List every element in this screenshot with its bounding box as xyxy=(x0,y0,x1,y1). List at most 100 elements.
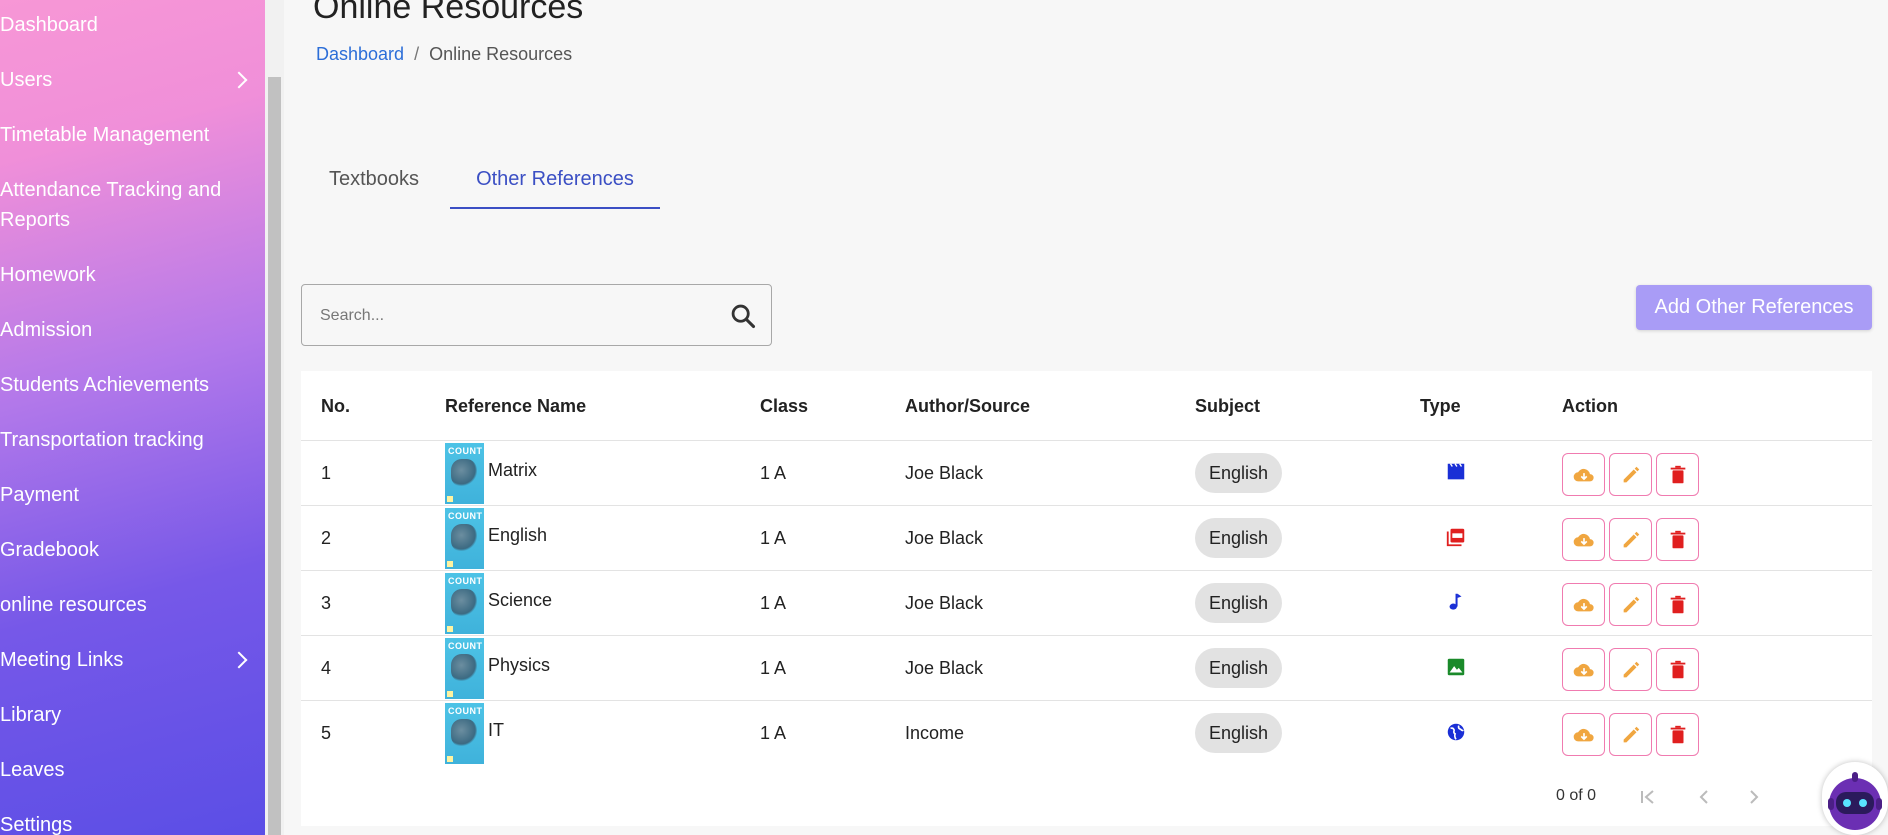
sidebar-item-label: Users xyxy=(0,69,53,91)
sidebar-item-label: Dashboard xyxy=(0,14,98,36)
pencil-icon xyxy=(1623,726,1640,743)
sidebar-item-label: Attendance Tracking and Reports xyxy=(0,179,222,231)
chevron-right-icon xyxy=(230,71,248,89)
breadcrumb-separator: / xyxy=(414,44,420,64)
sidebar-item-dashboard[interactable]: Dashboard xyxy=(0,10,265,40)
sidebar-item-label: Payment xyxy=(0,484,79,506)
references-table: No. Reference Name Class Author/Source S… xyxy=(301,371,1872,826)
chatbot-button[interactable] xyxy=(1822,762,1888,835)
table-row: 3 COUNT Science 1 A Joe Black English xyxy=(301,570,1872,635)
tab-other-references[interactable]: Other References xyxy=(450,155,660,209)
pencil-icon xyxy=(1623,531,1640,548)
thumbnail-title: COUNT xyxy=(448,446,483,456)
next-page-icon[interactable] xyxy=(1742,785,1766,809)
sidebar-item-users[interactable]: Users xyxy=(0,65,265,95)
delete-button[interactable] xyxy=(1656,583,1699,626)
search-input[interactable] xyxy=(320,303,700,329)
reference-name: Science xyxy=(488,590,553,610)
row-number: 2 xyxy=(321,528,332,548)
column-header-no: No. xyxy=(321,396,350,416)
reference-class: 1 A xyxy=(760,723,787,743)
sidebar-item-homework[interactable]: Homework xyxy=(0,260,265,290)
sidebar-scrollbar-thumb[interactable] xyxy=(268,77,281,835)
cloud-download-icon xyxy=(1573,533,1594,547)
column-header-action: Action xyxy=(1562,396,1618,416)
edit-button[interactable] xyxy=(1609,453,1652,496)
download-button[interactable] xyxy=(1562,518,1605,561)
sidebar-item-settings[interactable]: Settings xyxy=(0,810,265,835)
pencil-icon xyxy=(1623,466,1640,483)
delete-button[interactable] xyxy=(1656,648,1699,691)
sidebar-item-payment[interactable]: Payment xyxy=(0,480,265,510)
add-other-references-button[interactable]: Add Other References xyxy=(1636,285,1872,330)
delete-button[interactable] xyxy=(1656,453,1699,496)
thumbnail-title: COUNT xyxy=(448,706,483,716)
cloud-download-icon xyxy=(1573,598,1594,612)
edit-button[interactable] xyxy=(1609,648,1652,691)
sidebar-item-online-resources[interactable]: online resources xyxy=(0,590,265,620)
sidebar-item-leaves[interactable]: Leaves xyxy=(0,755,265,785)
sidebar-item-label: Homework xyxy=(0,264,96,286)
reference-name: Physics xyxy=(488,655,551,675)
column-header-class: Class xyxy=(760,396,809,416)
cloud-download-icon xyxy=(1573,663,1594,677)
breadcrumb: Dashboard / Online Resources xyxy=(316,44,572,65)
sidebar-item-library[interactable]: Library xyxy=(0,700,265,730)
reference-thumbnail: COUNT xyxy=(445,573,484,634)
first-page-icon[interactable] xyxy=(1636,785,1660,809)
reference-class: 1 A xyxy=(760,463,787,483)
subject-chip: English xyxy=(1195,518,1283,558)
breadcrumb-dashboard-link[interactable]: Dashboard xyxy=(316,44,404,64)
main-content: Online Resources Dashboard / Online Resour… xyxy=(284,0,1888,835)
trash-icon xyxy=(1670,465,1686,484)
reference-thumbnail: COUNT xyxy=(445,638,484,699)
chevron-right-icon xyxy=(230,651,248,669)
sidebar-item-meeting-links[interactable]: Meeting Links xyxy=(0,645,265,675)
subject-chip: English xyxy=(1195,583,1283,623)
robot-icon xyxy=(1828,772,1882,830)
previous-page-icon[interactable] xyxy=(1692,785,1716,809)
cloud-download-icon xyxy=(1573,468,1594,482)
image-icon xyxy=(1447,658,1465,676)
reference-name: IT xyxy=(488,720,504,740)
column-header-author: Author/Source xyxy=(905,396,1031,416)
download-button[interactable] xyxy=(1562,713,1605,756)
reference-author: Joe Black xyxy=(905,528,984,548)
web-link-icon xyxy=(1447,723,1465,741)
pagination-status: 0 of 0 xyxy=(1556,787,1597,804)
pdf-icon xyxy=(1446,528,1465,547)
trash-icon xyxy=(1670,595,1686,614)
sidebar-item-timetable[interactable]: Timetable Management xyxy=(0,120,265,150)
sidebar-item-attendance[interactable]: Attendance Tracking and Reports xyxy=(0,175,230,235)
trash-icon xyxy=(1670,530,1686,549)
column-header-subject: Subject xyxy=(1195,396,1261,416)
sidebar-item-admission[interactable]: Admission xyxy=(0,315,265,345)
delete-button[interactable] xyxy=(1656,518,1699,561)
reference-author: Joe Black xyxy=(905,463,984,483)
thumbnail-title: COUNT xyxy=(448,511,483,521)
page-title: Online Resources xyxy=(313,0,584,26)
edit-button[interactable] xyxy=(1609,518,1652,561)
reference-thumbnail: COUNT xyxy=(445,443,484,504)
sidebar-item-transportation[interactable]: Transportation tracking xyxy=(0,425,265,455)
table-row: 4 COUNT Physics 1 A Joe Black English xyxy=(301,635,1872,700)
tab-textbooks[interactable]: Textbooks xyxy=(314,155,434,209)
edit-button[interactable] xyxy=(1609,583,1652,626)
sidebar-item-achievements[interactable]: Students Achievements xyxy=(0,370,265,400)
pencil-icon xyxy=(1623,661,1640,678)
reference-thumbnail: COUNT xyxy=(445,703,484,764)
reference-author: Joe Black xyxy=(905,593,984,613)
sidebar-item-label: Gradebook xyxy=(0,539,99,561)
download-button[interactable] xyxy=(1562,583,1605,626)
reference-name: Matrix xyxy=(488,460,537,480)
delete-button[interactable] xyxy=(1656,713,1699,756)
download-button[interactable] xyxy=(1562,453,1605,496)
edit-button[interactable] xyxy=(1609,713,1652,756)
download-button[interactable] xyxy=(1562,648,1605,691)
search-icon[interactable] xyxy=(729,302,757,330)
sidebar-item-gradebook[interactable]: Gradebook xyxy=(0,535,265,565)
row-number: 4 xyxy=(321,658,332,678)
reference-class: 1 A xyxy=(760,658,787,678)
reference-author: Joe Black xyxy=(905,658,984,678)
table-row: 1 COUNT Matrix 1 A Joe Black English xyxy=(301,440,1872,505)
